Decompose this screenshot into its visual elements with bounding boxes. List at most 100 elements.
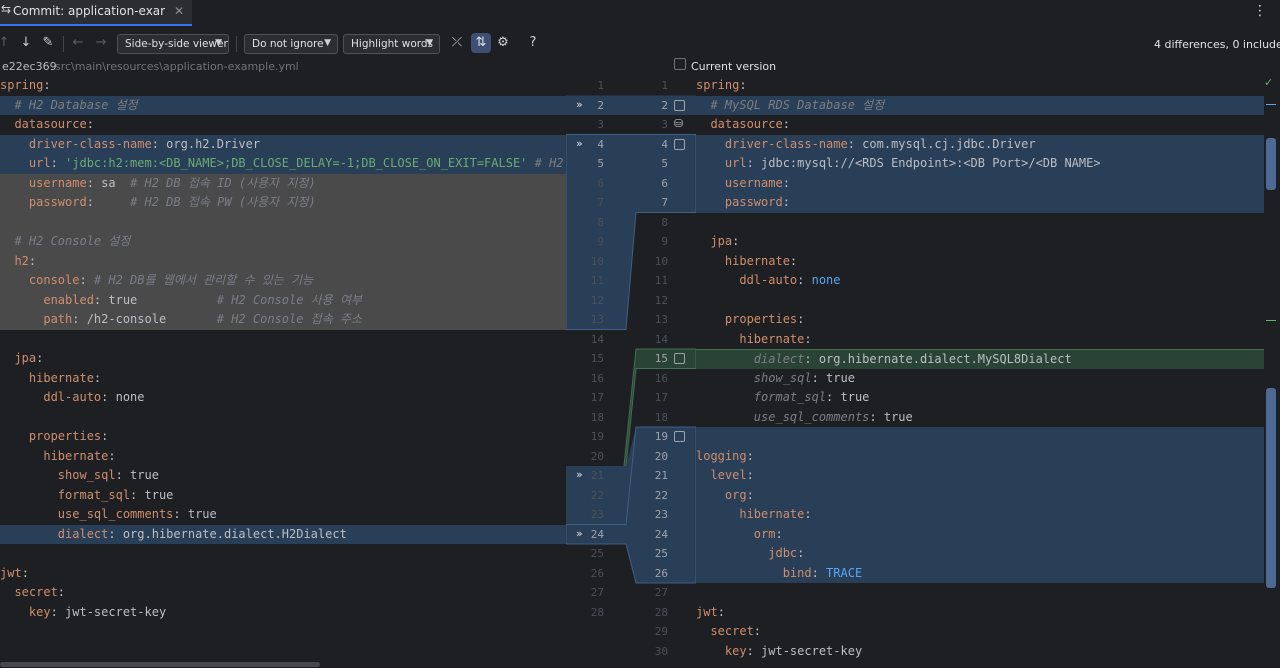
code-token: : [804, 331, 812, 346]
code-token: # H2 Console 사용 여부 [216, 292, 363, 307]
code-line [0, 212, 566, 232]
help-icon[interactable]: ? [525, 35, 541, 50]
differences-summary: 4 differences, 0 included [1154, 38, 1280, 51]
line-number: 27 [654, 586, 668, 599]
code-token: password [696, 195, 783, 209]
code-line: datasource: [696, 115, 1264, 135]
include-change-checkbox[interactable] [674, 353, 685, 364]
change-stripe [1266, 104, 1276, 105]
line-number: 26 [654, 566, 668, 580]
code-line: console: # H2 DB를 웹에서 관리할 수 있는 기능 [0, 271, 566, 291]
code-token: : /h2-console [72, 312, 217, 326]
code-line: jpa: [696, 232, 1264, 252]
apply-change-icon[interactable]: » [576, 134, 583, 154]
code-line: secret: [696, 622, 1264, 642]
code-token: hibernate [696, 507, 805, 521]
line-number: 29 [654, 625, 668, 638]
code-token: driver-class-name [696, 136, 848, 151]
line-number: 2 [661, 98, 668, 112]
code-line: format_sql: true [0, 486, 566, 506]
code-token: : [101, 429, 109, 443]
right-editor-pane[interactable]: spring: # MySQL RDS Database 설정 datasour… [696, 76, 1264, 668]
previous-difference-icon[interactable]: ↑ [0, 35, 12, 50]
apply-change-icon[interactable]: » [576, 95, 583, 115]
code-line: ddl-auto: none [0, 388, 566, 408]
viewer-mode-select[interactable]: Side-by-side viewer ▼ [117, 34, 229, 54]
more-options-icon[interactable]: ⋮ [1253, 3, 1267, 19]
code-token: : [43, 78, 51, 92]
code-token: ddl-auto [696, 273, 798, 287]
edit-source-icon[interactable]: ✎ [40, 35, 56, 50]
code-token: # H2 [534, 156, 564, 170]
line-number: 20 [654, 449, 668, 463]
back-icon[interactable]: ← [70, 35, 86, 50]
line-number: 20 [590, 449, 604, 463]
code-line: # H2 Console 설정 [0, 232, 566, 252]
next-difference-icon[interactable]: ↓ [18, 35, 34, 50]
code-token: secret [696, 624, 754, 638]
left-editor-pane[interactable]: spring: # H2 Database 설정 datasource: dri… [0, 76, 566, 668]
code-token: : [789, 253, 798, 268]
code-token: orm [696, 526, 776, 541]
apply-change-icon[interactable]: » [576, 465, 583, 485]
code-token: level [696, 468, 747, 482]
code-token: : [93, 370, 102, 385]
code-token: : [811, 565, 827, 580]
highlight-select[interactable]: Highlight words ▼ [343, 34, 440, 54]
code-line: hibernate: [0, 369, 566, 389]
forward-icon[interactable]: → [93, 35, 109, 50]
code-token: jwt [696, 604, 718, 619]
line-number: 17 [590, 391, 604, 404]
code-token: : [782, 175, 790, 190]
include-change-checkbox[interactable] [674, 99, 685, 111]
include-change-checkbox[interactable] [674, 138, 685, 150]
code-token: properties [696, 312, 798, 326]
collapse-unchanged-icon[interactable]: ⤫ [449, 35, 465, 50]
code-token: use_sql_comments [0, 507, 174, 521]
line-number: 23 [654, 508, 668, 521]
code-token: show_sql [696, 370, 812, 385]
code-line: orm: [696, 524, 1264, 544]
code-token: bind [696, 565, 812, 580]
code-token: dialect [0, 526, 109, 541]
code-token: logging [696, 448, 747, 463]
code-line: url: jdbc:mysql://<RDS Endpoint>:<DB Por… [696, 154, 1264, 174]
code-token: ddl-auto [0, 390, 102, 404]
whitespace-value: Do not ignore [252, 38, 324, 50]
whitespace-select[interactable]: Do not ignore ▼ [244, 34, 338, 54]
line-number: 1 [597, 79, 604, 92]
code-token: : org.h2.Driver [151, 136, 261, 151]
code-line: properties: [696, 310, 1264, 330]
code-token: : true [811, 370, 855, 385]
code-token: hibernate [0, 370, 94, 385]
line-number: 5 [661, 157, 668, 170]
tab-commit[interactable]: ⇆ Commit: application-example… ✕ [0, 0, 192, 26]
current-version-checkbox[interactable] [674, 58, 686, 70]
line-number: 9 [661, 235, 668, 248]
code-token: dialect [696, 352, 805, 366]
diff-editor: spring: # H2 Database 설정 datasource: dri… [0, 76, 1280, 668]
line-number: 22 [590, 488, 604, 502]
code-token: : [57, 585, 66, 599]
line-number: 16 [654, 371, 668, 385]
diff-gutter: 1 2 3 4 5 6 7 8 9 10 11 12 13 14 15 16 17 18 19 20 21 22 23 24 2… [566, 76, 696, 668]
line-number: 21 [654, 469, 668, 482]
code-token: format_sql [696, 390, 827, 404]
line-number: 6 [597, 176, 604, 190]
apply-change-icon[interactable]: » [576, 524, 583, 544]
code-token: : com.mysql.cj.jdbc.Driver [847, 136, 1036, 151]
close-icon[interactable]: ✕ [174, 4, 184, 18]
include-change-checkbox[interactable] [674, 431, 685, 442]
horizontal-scrollbar[interactable] [0, 662, 320, 667]
code-token: key [696, 643, 747, 658]
gear-icon[interactable]: ⚙ [495, 35, 511, 50]
code-token: secret [0, 585, 58, 599]
line-number: 12 [654, 293, 668, 307]
code-token: : [746, 468, 754, 482]
code-token: username [0, 175, 87, 190]
code-token: : org.hibernate.dialect.MySQL8Dialect [804, 352, 1072, 366]
code-token: : [79, 273, 94, 287]
